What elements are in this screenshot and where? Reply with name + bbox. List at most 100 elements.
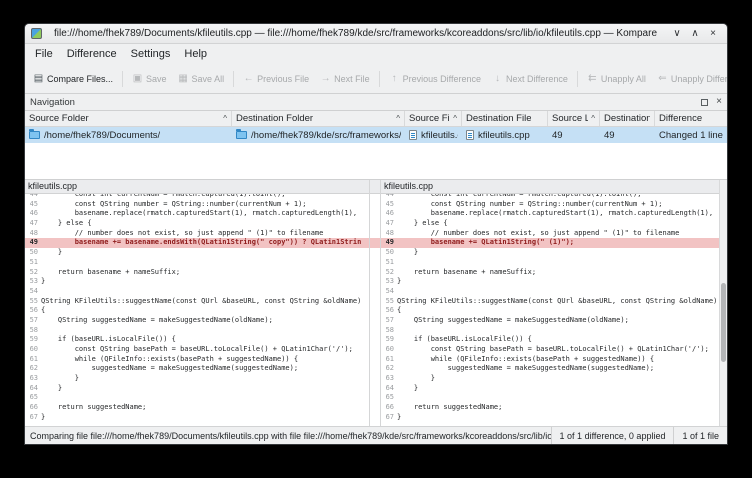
code-text: } [41, 413, 45, 423]
column-header-source-line[interactable]: Source Line^ [548, 111, 600, 126]
status-message: Comparing file file:///home/fhek789/Docu… [30, 431, 551, 441]
destination-code-view[interactable]: 44 const int currentNum = rmatch.capture… [381, 194, 719, 426]
dock-float-icon[interactable] [701, 99, 708, 106]
toolbar: ▤Compare Files... ▣Save▦Save All ←Previous… [25, 64, 727, 94]
code-text: basename.replace(rmatch.capturedStart(1)… [41, 209, 357, 219]
code-line-45: 45 const QString number = QString::numbe… [25, 200, 369, 210]
maximize-button[interactable]: ∧ [687, 26, 703, 42]
line-number: 59 [381, 335, 397, 345]
unapply-all-button[interactable]: ⇇Unapply All [583, 70, 650, 87]
line-number: 65 [381, 393, 397, 403]
code-text: const QString basePath = baseURL.toLocal… [41, 345, 353, 355]
nav-cell-4: 49 [548, 127, 600, 143]
dock-close-icon[interactable]: × [716, 97, 722, 107]
difference-status: 1 of 1 difference, 0 applied [551, 427, 674, 444]
line-number: 45 [25, 200, 41, 210]
previous-difference-button[interactable]: ↑Previous Difference [385, 70, 485, 87]
next-file-icon: → [320, 73, 331, 84]
cpp-file-icon [466, 130, 474, 140]
code-line-67: 67} [25, 413, 369, 423]
code-line-48: 48 // number does not exist, so just app… [381, 229, 719, 239]
vertical-scrollbar[interactable] [719, 180, 727, 426]
code-line-54: 54 [381, 287, 719, 297]
menu-difference[interactable]: Difference [60, 46, 124, 62]
code-text: const QString number = QString::number(c… [41, 200, 307, 210]
code-text: QString suggestedName = makeSuggestedNam… [397, 316, 629, 326]
save-button[interactable]: ▣Save [128, 70, 171, 87]
code-text: if (baseURL.isLocalFile()) { [41, 335, 176, 345]
line-number: 60 [25, 345, 41, 355]
code-line-52: 52 return basename + nameSuffix; [381, 268, 719, 278]
column-header-difference[interactable]: Difference [655, 111, 727, 126]
code-text: const QString basePath = baseURL.toLocal… [397, 345, 709, 355]
nav-cell-text: kfileutils.c... [421, 130, 458, 141]
next-difference-icon: ↓ [492, 73, 503, 84]
code-text: QString KFileUtils::suggestName(const QU… [397, 297, 717, 307]
column-header-destination-line[interactable]: Destination Line [600, 111, 655, 126]
scrollbar-thumb[interactable] [721, 283, 726, 362]
unapply-difference-button[interactable]: ⇐Unapply Difference [653, 70, 727, 87]
menu-file[interactable]: File [28, 46, 60, 62]
line-number: 62 [25, 364, 41, 374]
code-text: return suggestedName; [41, 403, 146, 413]
column-label: Source File [409, 113, 450, 124]
source-code-view[interactable]: 44 const int currentNum = rmatch.capture… [25, 194, 369, 426]
connector-line [370, 268, 380, 278]
code-line-45: 45 const QString number = QString::numbe… [381, 200, 719, 210]
code-text: } [397, 277, 401, 287]
line-number: 52 [381, 268, 397, 278]
code-text: if (baseURL.isLocalFile()) { [397, 335, 532, 345]
save-all-button[interactable]: ▦Save All [174, 70, 229, 87]
code-text: { [397, 306, 401, 316]
code-line-49: 49 basename += basename.endsWith(QLatin1… [25, 238, 369, 248]
column-header-source-folder[interactable]: Source Folder^ [25, 111, 232, 126]
connector-line [370, 335, 380, 345]
nav-cell-6: Changed 1 line [655, 127, 727, 143]
navigation-body[interactable]: /home/fhek789/Documents//home/fhek789/kd… [25, 127, 727, 179]
line-number: 54 [25, 287, 41, 297]
unapply-difference-button-label: Unapply Difference [671, 74, 727, 84]
source-pane-header: kfileutils.cpp [25, 180, 369, 194]
minimize-button[interactable]: ∨ [669, 26, 685, 42]
line-number: 55 [381, 297, 397, 307]
code-line-54: 54 [25, 287, 369, 297]
line-number: 56 [25, 306, 41, 316]
column-header-destination-file[interactable]: Destination File [462, 111, 548, 126]
line-number: 55 [25, 297, 41, 307]
line-number: 58 [25, 326, 41, 336]
column-header-destination-folder[interactable]: Destination Folder^ [232, 111, 405, 126]
titlebar[interactable]: file:///home/fhek789/Documents/kfileutil… [25, 24, 727, 44]
diff-area: kfileutils.cpp 44 const int currentNum =… [25, 180, 727, 426]
line-number: 56 [381, 306, 397, 316]
navigation-header: Source Folder^Destination Folder^Source … [25, 111, 727, 127]
column-header-source-file[interactable]: Source File^ [405, 111, 462, 126]
line-number: 53 [25, 277, 41, 287]
connector-line [370, 219, 380, 229]
menu-help[interactable]: Help [177, 46, 214, 62]
code-text: } [41, 374, 79, 384]
menu-settings[interactable]: Settings [124, 46, 178, 62]
line-number: 60 [381, 345, 397, 355]
line-number: 61 [25, 355, 41, 365]
connector-header [370, 180, 380, 194]
code-line-62: 62 suggestedName = makeSuggestedName(sug… [381, 364, 719, 374]
next-file-button[interactable]: →Next File [316, 70, 374, 87]
code-text: } [397, 374, 435, 384]
code-line-67: 67} [381, 413, 719, 423]
code-text: // number does not exist, so just append… [41, 229, 323, 239]
code-line-65: 65 [25, 393, 369, 403]
source-pane: kfileutils.cpp 44 const int currentNum =… [25, 180, 370, 426]
previous-file-button[interactable]: ←Previous File [239, 70, 313, 87]
column-label: Source Folder [29, 113, 89, 124]
code-line-63: 63 } [381, 374, 719, 384]
code-text: } [397, 413, 401, 423]
folder-icon [236, 131, 247, 139]
compare-files-button[interactable]: ▤Compare Files... [29, 70, 117, 87]
code-line-48: 48 // number does not exist, so just app… [25, 229, 369, 239]
close-button[interactable]: × [705, 26, 721, 42]
nav-cell-3: kfileutils.cpp [462, 127, 548, 143]
code-line-53: 53} [25, 277, 369, 287]
line-number: 49 [25, 238, 41, 248]
navigation-row[interactable]: /home/fhek789/Documents//home/fhek789/kd… [25, 127, 727, 143]
next-difference-button[interactable]: ↓Next Difference [488, 70, 572, 87]
